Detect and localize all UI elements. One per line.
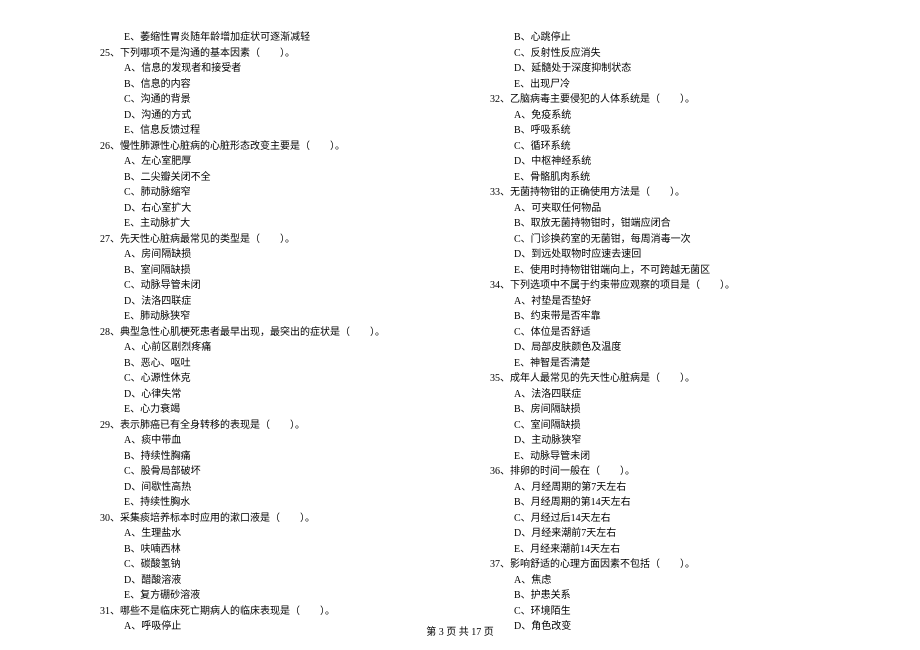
q33-opt-c: C、门诊换药室的无菌钳，每周消毒一次 [490,232,820,248]
q37-opt-b: B、护患关系 [490,588,820,604]
q28-opt-a: A、心前区剧烈疼痛 [100,340,430,356]
q37-opt-a: A、焦虑 [490,573,820,589]
q27-text: 27、先天性心脏病最常见的类型是（ ）。 [100,232,430,248]
q32-opt-b: B、呼吸系统 [490,123,820,139]
q29-opt-b: B、持续性胸痛 [100,449,430,465]
q28-opt-d: D、心律失常 [100,387,430,403]
q27-opt-e: E、肺动脉狭窄 [100,309,430,325]
q36-text: 36、排卵的时间一般在（ ）。 [490,464,820,480]
q37-opt-c: C、环境陌生 [490,604,820,620]
q36-opt-e: E、月经来潮前14天左右 [490,542,820,558]
q25-opt-d: D、沟通的方式 [100,108,430,124]
q31-opt-b: B、心跳停止 [490,30,820,46]
q28-opt-c: C、心源性休克 [100,371,430,387]
q34-opt-a: A、衬垫是否垫好 [490,294,820,310]
q36-opt-c: C、月经过后14天左右 [490,511,820,527]
q32-text: 32、乙脑病毒主要侵犯的人体系统是（ ）。 [490,92,820,108]
q35-text: 35、成年人最常见的先天性心脏病是（ ）。 [490,371,820,387]
q35-opt-b: B、房间隔缺损 [490,402,820,418]
q27-opt-a: A、房间隔缺损 [100,247,430,263]
q26-opt-a: A、左心室肥厚 [100,154,430,170]
q26-opt-b: B、二尖瓣关闭不全 [100,170,430,186]
q28-text: 28、典型急性心肌梗死患者最早出现，最突出的症状是（ ）。 [100,325,430,341]
q29-opt-d: D、间歇性高热 [100,480,430,496]
q30-opt-a: A、生理盐水 [100,526,430,542]
q30-opt-b: B、呋喃西林 [100,542,430,558]
q27-opt-b: B、室间隔缺损 [100,263,430,279]
q25-opt-b: B、信息的内容 [100,77,430,93]
q32-opt-e: E、骨骼肌肉系统 [490,170,820,186]
page-footer: 第 3 页 共 17 页 [0,623,920,638]
q34-opt-c: C、体位是否舒适 [490,325,820,341]
q30-opt-c: C、碳酸氢钠 [100,557,430,573]
q30-opt-d: D、醋酸溶液 [100,573,430,589]
q33-opt-a: A、可夹取任何物品 [490,201,820,217]
q36-opt-d: D、月经来潮前7天左右 [490,526,820,542]
q34-opt-e: E、神智是否清楚 [490,356,820,372]
q25-opt-c: C、沟通的背景 [100,92,430,108]
q24-opt-e: E、萎缩性胃炎随年龄增加症状可逐渐减轻 [100,30,430,46]
q31-opt-e: E、出现尸冷 [490,77,820,93]
q34-opt-b: B、约束带是否牢靠 [490,309,820,325]
q25-opt-e: E、信息反馈过程 [100,123,430,139]
q28-opt-b: B、恶心、呕吐 [100,356,430,372]
q31-opt-c: C、反射性反应消失 [490,46,820,62]
left-column: E、萎缩性胃炎随年龄增加症状可逐渐减轻 25、下列哪项不是沟通的基本因素（ ）。… [100,30,430,635]
q34-text: 34、下列选项中不属于约束带应观察的项目是（ ）。 [490,278,820,294]
q30-opt-e: E、复方硼砂溶液 [100,588,430,604]
q33-opt-e: E、使用时持物钳钳端向上，不可跨越无菌区 [490,263,820,279]
q35-opt-a: A、法洛四联症 [490,387,820,403]
q26-opt-e: E、主动脉扩大 [100,216,430,232]
q32-opt-d: D、中枢神经系统 [490,154,820,170]
q32-opt-a: A、免疫系统 [490,108,820,124]
q36-opt-a: A、月经周期的第7天左右 [490,480,820,496]
q25-text: 25、下列哪项不是沟通的基本因素（ ）。 [100,46,430,62]
q33-text: 33、无菌持物钳的正确使用方法是（ ）。 [490,185,820,201]
q29-text: 29、表示肺癌已有全身转移的表现是（ ）。 [100,418,430,434]
page-content: E、萎缩性胃炎随年龄增加症状可逐渐减轻 25、下列哪项不是沟通的基本因素（ ）。… [100,30,820,635]
q28-opt-e: E、心力衰竭 [100,402,430,418]
q35-opt-c: C、室间隔缺损 [490,418,820,434]
q26-opt-c: C、肺动脉缩窄 [100,185,430,201]
q31-text: 31、哪些不是临床死亡期病人的临床表现是（ ）。 [100,604,430,620]
q33-opt-b: B、取放无菌持物钳时，钳端应闭合 [490,216,820,232]
q31-opt-d: D、延髓处于深度抑制状态 [490,61,820,77]
q30-text: 30、采集痰培养标本时应用的漱口液是（ ）。 [100,511,430,527]
q27-opt-c: C、动脉导管未闭 [100,278,430,294]
q37-text: 37、影响舒适的心理方面因素不包括（ ）。 [490,557,820,573]
q29-opt-a: A、痰中带血 [100,433,430,449]
q36-opt-b: B、月经周期的第14天左右 [490,495,820,511]
q29-opt-e: E、持续性胸水 [100,495,430,511]
q34-opt-d: D、局部皮肤颜色及温度 [490,340,820,356]
q26-text: 26、慢性肺源性心脏病的心脏形态改变主要是（ ）。 [100,139,430,155]
q25-opt-a: A、信息的发现者和接受者 [100,61,430,77]
q35-opt-e: E、动脉导管未闭 [490,449,820,465]
q32-opt-c: C、循环系统 [490,139,820,155]
right-column: B、心跳停止 C、反射性反应消失 D、延髓处于深度抑制状态 E、出现尸冷 32、… [490,30,820,635]
q26-opt-d: D、右心室扩大 [100,201,430,217]
q35-opt-d: D、主动脉狭窄 [490,433,820,449]
q33-opt-d: D、到远处取物时应速去速回 [490,247,820,263]
q29-opt-c: C、股骨局部破坏 [100,464,430,480]
q27-opt-d: D、法洛四联症 [100,294,430,310]
